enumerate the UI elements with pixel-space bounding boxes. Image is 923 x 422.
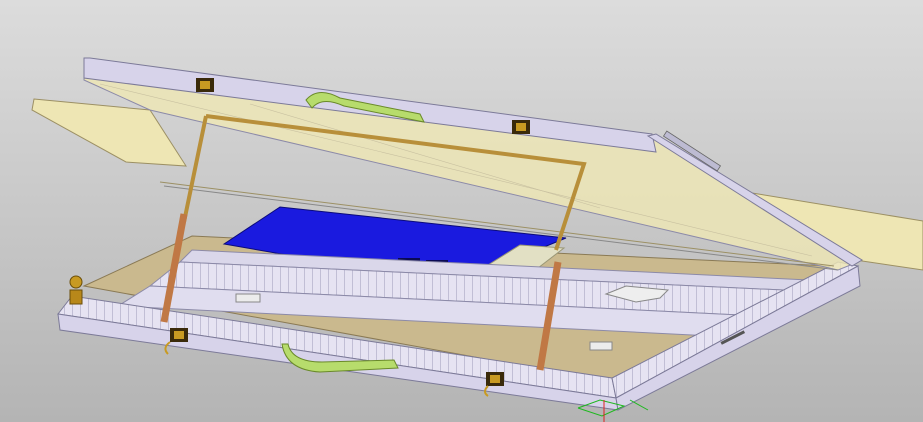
floor-clip[interactable]: [589, 341, 613, 351]
floor-clip[interactable]: [235, 293, 261, 303]
latch-icon[interactable]: [196, 78, 214, 92]
thumbscrew-icon[interactable]: [69, 275, 83, 305]
cad-canvas[interactable]: [0, 0, 923, 422]
cad-viewport[interactable]: [0, 0, 923, 422]
latch-icon[interactable]: [512, 120, 530, 134]
